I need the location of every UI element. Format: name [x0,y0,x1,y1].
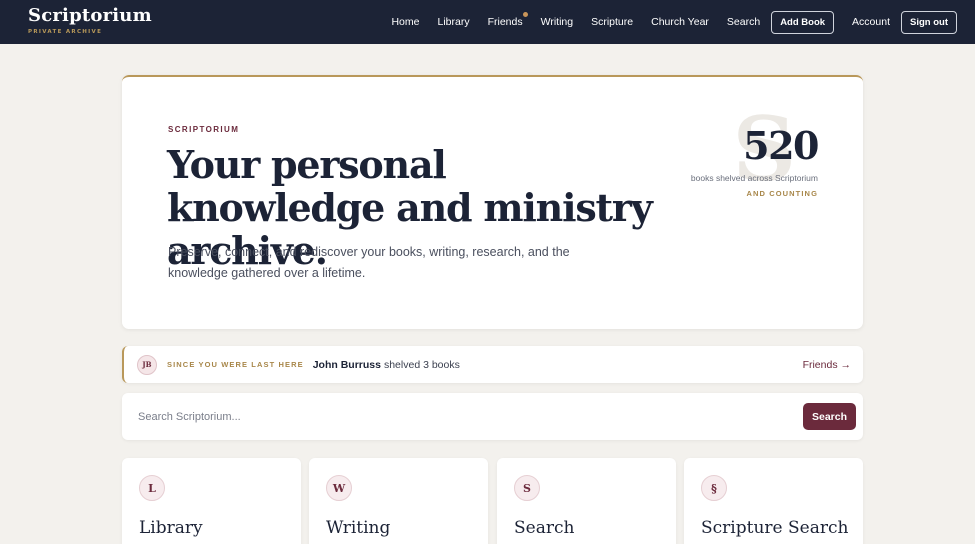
book-count-label: books shelved across Scriptorium [690,173,818,183]
card-title: Library [139,518,203,538]
brand-name: Scriptorium [28,5,152,26]
nav-link-search[interactable]: Search [727,16,760,28]
since-last-visit-label: SINCE YOU WERE LAST HERE [167,360,304,369]
nav-link-friends[interactable]: Friends [487,12,528,28]
sign-out-button[interactable]: Sign out [901,10,957,34]
card-title: Scripture Search [701,518,849,538]
card-search[interactable]: S Search [497,458,676,544]
activity-user-name: John Burruss [312,358,381,371]
main-nav: Home Library Friends Writing Scripture C… [391,0,957,44]
search-bar: Search [122,393,863,440]
add-book-button[interactable]: Add Book [771,10,835,34]
writing-icon: W [326,475,352,501]
search-input[interactable] [132,403,792,430]
search-icon: S [514,475,540,501]
section-sign-icon: § [701,475,727,501]
library-icon: L [139,475,165,501]
card-writing[interactable]: W Writing [309,458,488,544]
card-title: Writing [326,518,391,538]
hero-card: SCRIPTORIUM Your personal knowledge and … [122,75,863,329]
nav-link-home[interactable]: Home [391,16,419,28]
card-title: Search [514,518,575,538]
activity-message: shelved 3 books [383,358,460,371]
friends-link[interactable]: Friends → [803,359,851,371]
brand-logo[interactable]: Scriptorium PRIVATE ARCHIVE [28,5,152,35]
brand-tagline: PRIVATE ARCHIVE [28,29,103,35]
recent-activity-banner: JB SINCE YOU WERE LAST HERE John Burruss… [122,346,863,383]
book-count-stat: S 520 books shelved across Scriptorium A… [648,105,820,205]
nav-link-friends-label: Friends [487,16,523,28]
notification-dot-icon [522,12,528,17]
top-navigation-bar: Scriptorium PRIVATE ARCHIVE Home Library… [0,0,975,44]
nav-link-church-year[interactable]: Church Year [651,16,709,28]
nav-link-writing[interactable]: Writing [541,16,573,28]
nav-link-account[interactable]: Account [852,16,890,28]
book-count-sublabel: AND COUNTING [746,189,818,198]
nav-link-library[interactable]: Library [437,16,469,28]
hero-description: Preserve, connect, and rediscover your b… [168,245,570,280]
card-scripture-search[interactable]: § Scripture Search [684,458,863,544]
nav-link-scripture[interactable]: Scripture [591,16,633,28]
hero-eyebrow: SCRIPTORIUM [168,125,240,134]
search-button[interactable]: Search [803,403,856,430]
avatar: JB [137,354,157,375]
card-library[interactable]: L Library [122,458,301,544]
book-count-number: 520 [743,123,819,168]
